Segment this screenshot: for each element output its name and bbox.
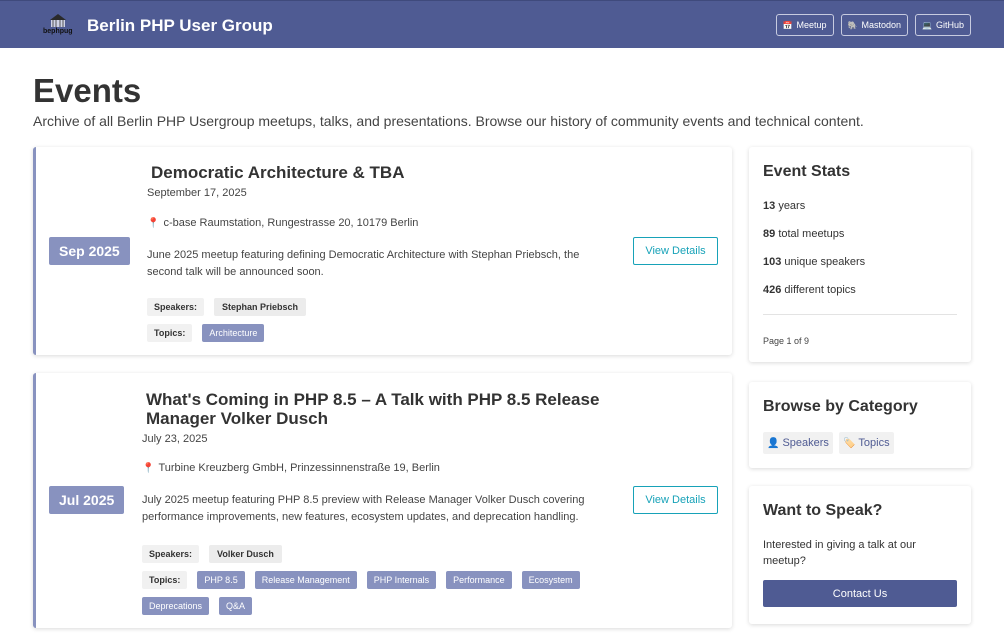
event-title[interactable]: Democratic Architecture & TBA: [151, 163, 405, 182]
speak-title: Want to Speak?: [763, 502, 883, 519]
topic-tag[interactable]: Q&A: [219, 597, 253, 615]
speakers-label: Speakers:: [142, 545, 200, 563]
topics-label: Topics:: [147, 324, 193, 342]
event-date-badge: Jul 2025: [49, 486, 125, 514]
topics-link[interactable]: 🏷️ Topics: [838, 432, 894, 454]
pin-icon: 📍: [147, 217, 160, 229]
topic-tag[interactable]: Architecture: [202, 324, 265, 342]
divider: [763, 314, 957, 315]
pin-icon: 📍: [142, 462, 155, 474]
contact-us-button[interactable]: Contact Us: [763, 580, 957, 607]
speakers-link[interactable]: 👤 Speakers: [763, 432, 833, 454]
github-button[interactable]: 💻 GitHub: [915, 14, 971, 36]
topics-row: Topics: Architecture: [147, 324, 265, 342]
topics-label: Topics:: [142, 571, 188, 589]
computer-icon: 💻: [922, 20, 932, 30]
logo-icon[interactable]: bephpug: [42, 13, 74, 35]
browse-category-panel: Browse by Category 👤 Speakers 🏷️ Topics: [749, 382, 971, 468]
stat-label: total meetups: [778, 228, 845, 240]
stat-value: 89: [763, 228, 776, 240]
event-card: Jul 2025 What's Coming in PHP 8.5 – A Ta…: [33, 373, 732, 628]
topic-tag[interactable]: PHP 8.5: [197, 571, 245, 589]
view-details-button[interactable]: View Details: [633, 486, 718, 514]
meetup-button[interactable]: 📅 Meetup: [775, 14, 834, 36]
category-links: 👤 Speakers 🏷️ Topics: [763, 432, 894, 454]
category-title: Browse by Category: [763, 398, 918, 415]
stat-value: 426: [763, 284, 782, 296]
speak-text: Interested in giving a talk at our meetu…: [763, 539, 916, 567]
topic-tag[interactable]: Release Management: [254, 571, 357, 589]
event-title[interactable]: What's Coming in PHP 8.5 – A Talk with P…: [146, 390, 616, 428]
topics-row: Topics: PHP 8.5 Release Management PHP I…: [142, 571, 582, 615]
topic-tag[interactable]: Performance: [446, 571, 512, 589]
stat-label: unique speakers: [784, 256, 866, 268]
speaker-tag[interactable]: Volker Dusch: [209, 545, 282, 563]
event-location-text: c-base Raumstation, Rungestrasse 20, 101…: [163, 217, 419, 229]
event-date-badge: Sep 2025: [49, 237, 130, 265]
mastodon-label: Mastodon: [861, 20, 902, 30]
speaker-tag[interactable]: Stephan Priebsch: [214, 298, 307, 316]
stat-label: years: [778, 200, 806, 212]
view-details-button[interactable]: View Details: [633, 237, 718, 265]
person-icon: 👤: [767, 437, 780, 449]
github-label: GitHub: [935, 20, 964, 30]
site-title[interactable]: Berlin PHP User Group: [87, 16, 273, 36]
page-info: Page 1 of 9: [763, 336, 810, 346]
event-date: July 23, 2025: [142, 433, 208, 445]
header-links: 📅 Meetup 🐘 Mastodon 💻 GitHub: [775, 14, 971, 36]
event-description: July 2025 meetup featuring PHP 8.5 previ…: [142, 494, 585, 523]
mastodon-button[interactable]: 🐘 Mastodon: [840, 14, 909, 36]
event-description: June 2025 meetup featuring defining Demo…: [147, 249, 580, 278]
page-title: Events: [33, 72, 142, 109]
speakers-link-label: Speakers: [782, 437, 829, 449]
speakers-label: Speakers:: [147, 298, 205, 316]
stat-years: 13 years: [763, 200, 805, 212]
event-date: September 17, 2025: [147, 187, 247, 199]
stat-speakers: 103 unique speakers: [763, 256, 865, 268]
event-stats-panel: Event Stats 13 years 89 total meetups 10…: [749, 147, 971, 362]
top-navbar: bephpug Berlin PHP User Group 📅 Meetup 🐘…: [0, 0, 1004, 48]
event-card: Sep 2025 Democratic Architecture & TBA S…: [33, 147, 732, 355]
mastodon-icon: 🐘: [847, 20, 858, 30]
meetup-label: Meetup: [796, 20, 827, 30]
stat-meetups: 89 total meetups: [763, 228, 844, 240]
stat-value: 103: [763, 256, 782, 268]
topic-tag[interactable]: Deprecations: [142, 597, 210, 615]
speakers-row: Speakers: Stephan Priebsch: [147, 298, 307, 316]
want-to-speak-panel: Want to Speak? Interested in giving a ta…: [749, 486, 971, 624]
page-description: Archive of all Berlin PHP Usergroup meet…: [33, 113, 864, 129]
topic-tag[interactable]: PHP Internals: [366, 571, 437, 589]
event-location-text: Turbine Kreuzberg GmbH, Prinzessinnenstr…: [158, 462, 440, 474]
event-location: 📍 Turbine Kreuzberg GmbH, Prinzessinnens…: [142, 462, 440, 474]
event-location: 📍 c-base Raumstation, Rungestrasse 20, 1…: [147, 217, 418, 229]
stat-value: 13: [763, 200, 776, 212]
stat-label: different topics: [784, 284, 856, 296]
topics-link-label: Topics: [858, 437, 890, 449]
stats-title: Event Stats: [763, 163, 851, 180]
tag-icon: 🏷️: [842, 437, 856, 449]
calendar-icon: 📅: [782, 20, 793, 30]
speakers-row: Speakers: Volker Dusch: [142, 545, 282, 563]
svg-text:bephpug: bephpug: [43, 28, 73, 35]
topic-tag[interactable]: Ecosystem: [521, 571, 580, 589]
stat-topics: 426 different topics: [763, 284, 856, 296]
